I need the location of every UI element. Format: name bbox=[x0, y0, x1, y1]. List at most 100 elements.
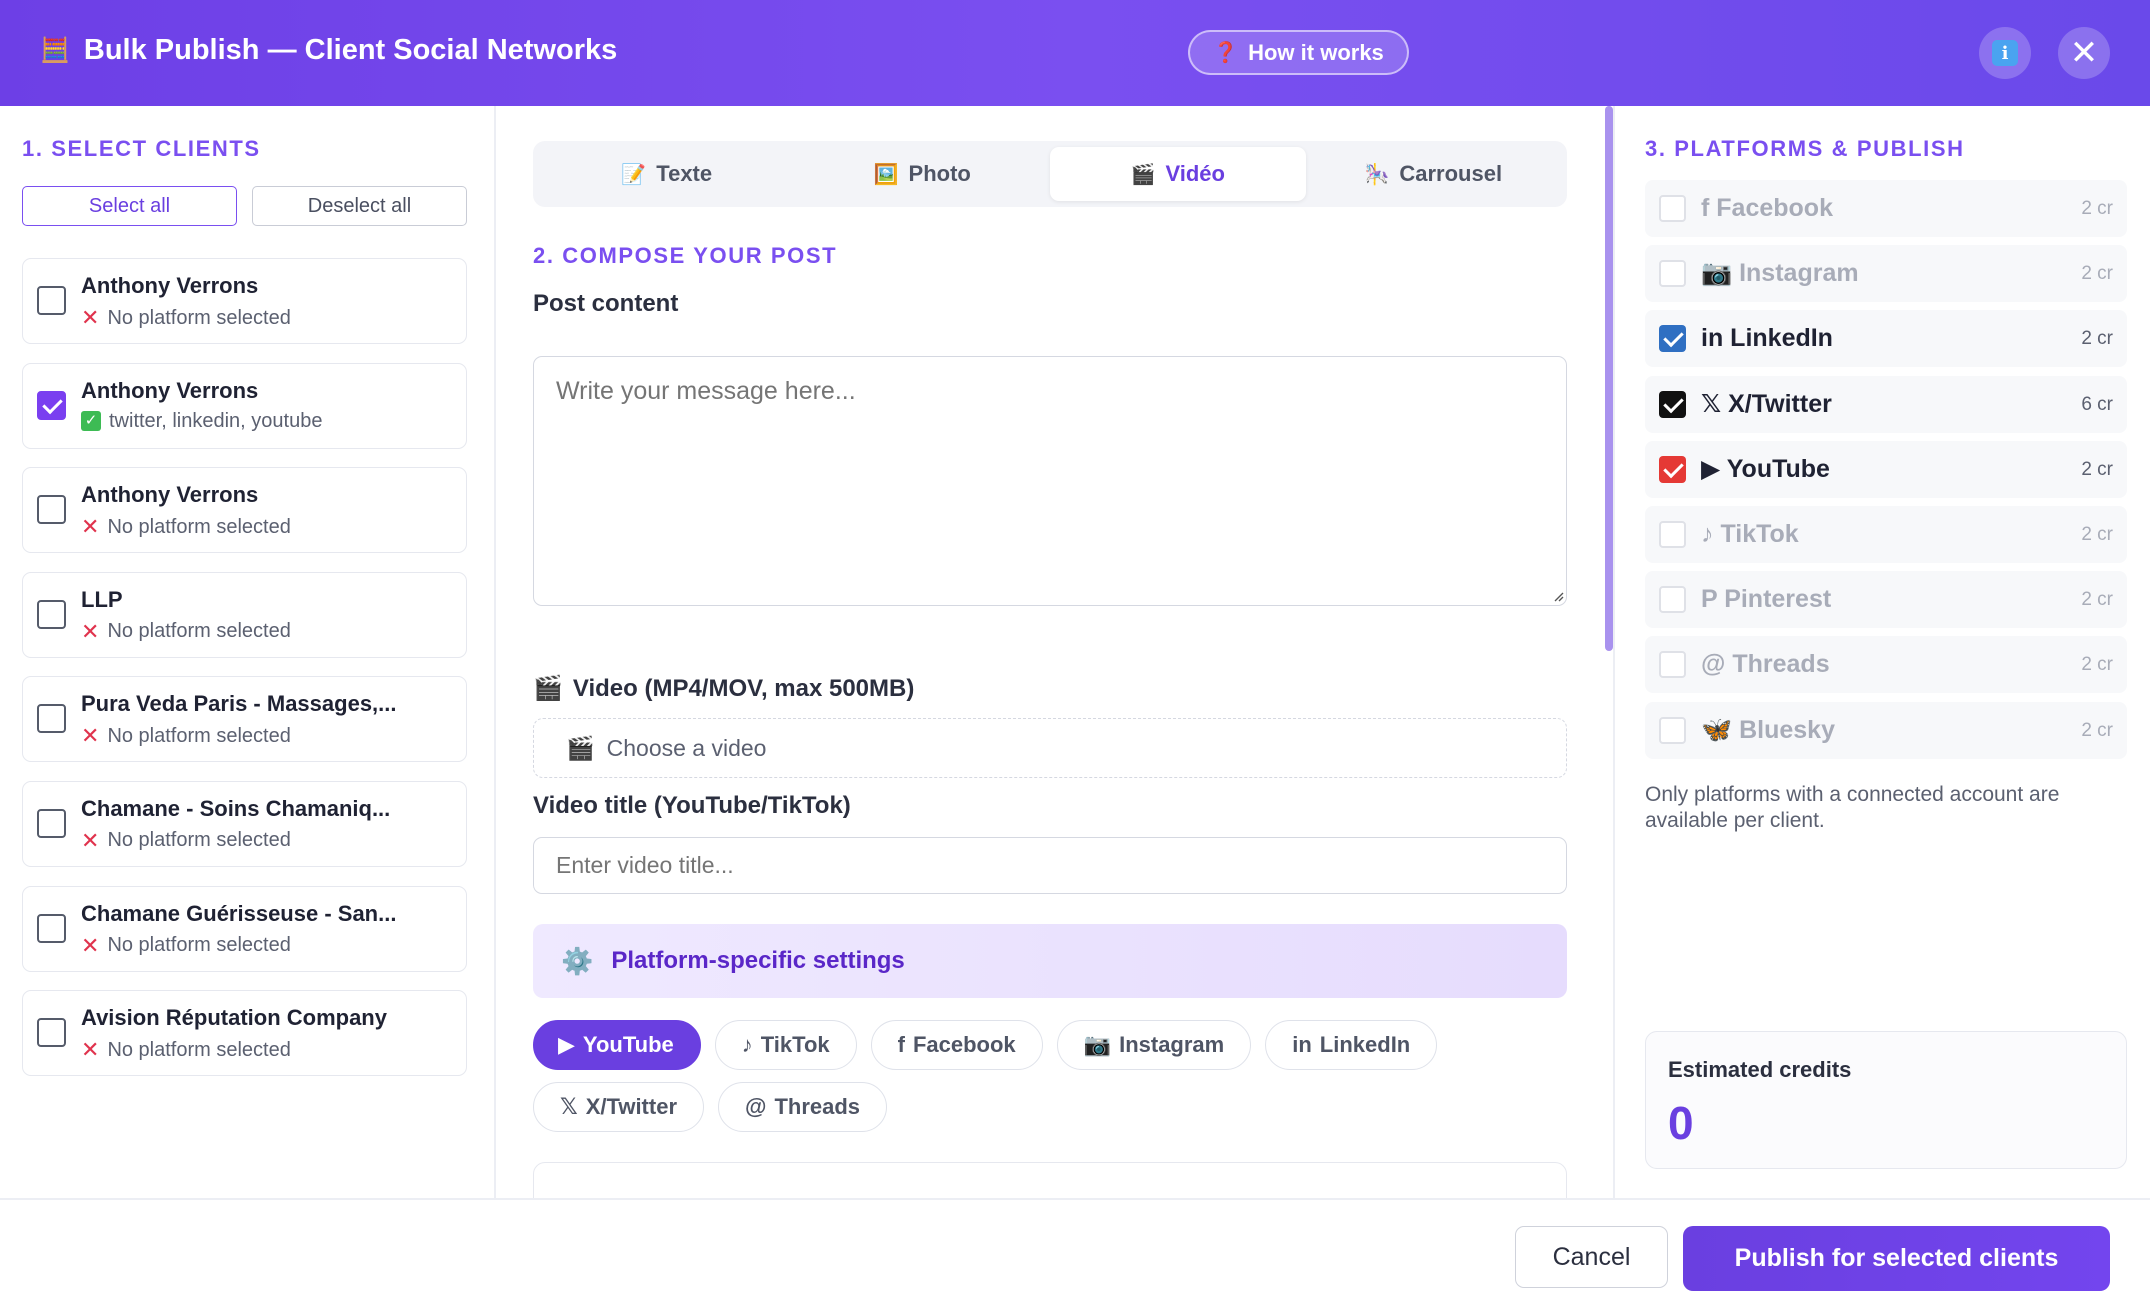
platform-checkbox[interactable] bbox=[1659, 716, 1686, 744]
platform-label: Threads bbox=[1732, 650, 1830, 679]
platform-row-tiktok[interactable]: ♪ TikTok 2 cr bbox=[1645, 505, 2127, 563]
platform-name: 𝕏 X/Twitter bbox=[1701, 389, 1832, 419]
client-card[interactable]: Anthony Verrons ✕ No platform selected bbox=[22, 258, 467, 344]
platform-row-threads[interactable]: @ Threads 2 cr bbox=[1645, 636, 2127, 694]
tab-photo[interactable]: 🖼️ Photo bbox=[795, 147, 1051, 201]
platform-checkbox[interactable] bbox=[1659, 260, 1686, 288]
client-card[interactable]: LLP ✕ No platform selected bbox=[22, 571, 467, 658]
how-it-works-label: How it works bbox=[1248, 39, 1384, 65]
platform-row-bluesky[interactable]: 🦋 Bluesky 2 cr bbox=[1645, 701, 2127, 759]
client-checkbox[interactable] bbox=[37, 495, 66, 525]
platform-row-youtube[interactable]: ▶ YouTube 2 cr bbox=[1645, 440, 2127, 498]
choose-video-dropzone[interactable]: 🎬 Choose a video bbox=[533, 718, 1567, 778]
select-all-button[interactable]: Select all bbox=[22, 186, 237, 226]
client-status: ✕ No platform selected bbox=[81, 723, 291, 749]
client-card[interactable]: Anthony Verrons ✓ twitter, linkedin, youtu… bbox=[22, 362, 467, 449]
pill-instagram[interactable]: 📷 Instagram bbox=[1056, 1020, 1252, 1070]
client-checkbox[interactable] bbox=[37, 390, 66, 420]
platform-settings-toggle[interactable]: ⚙️ Platform-specific settings bbox=[533, 924, 1567, 998]
platform-checkbox[interactable] bbox=[1659, 325, 1686, 353]
platform-row-xtwitter[interactable]: 𝕏 X/Twitter 6 cr bbox=[1645, 375, 2127, 433]
how-it-works-button[interactable]: ❓ How it works bbox=[1188, 30, 1409, 75]
client-card[interactable]: Chamane Guérisseuse - San... ✕ No platform… bbox=[22, 885, 467, 972]
platform-checkbox[interactable] bbox=[1659, 390, 1686, 418]
music-note-icon: ♪ bbox=[741, 1032, 753, 1057]
platform-row-instagram[interactable]: 📷 Instagram 2 cr bbox=[1645, 245, 2127, 303]
platform-list: f Facebook 2 cr 📷 Instagram 2 cr in LinkedIn… bbox=[1645, 180, 2127, 767]
platform-row-linkedin[interactable]: in LinkedIn 2 cr bbox=[1645, 310, 2127, 368]
publish-button[interactable]: Publish for selected clients bbox=[1683, 1226, 2110, 1291]
platform-checkbox[interactable] bbox=[1659, 651, 1686, 679]
video-title-label: Video title (YouTube/TikTok) bbox=[533, 792, 851, 819]
pill-facebook[interactable]: f Facebook bbox=[870, 1020, 1043, 1070]
client-name: Chamane Guérisseuse - San... bbox=[81, 900, 397, 926]
pill-youtube[interactable]: ▶ YouTube bbox=[533, 1020, 701, 1070]
platform-name: f Facebook bbox=[1701, 194, 1833, 223]
facebook-icon: f bbox=[897, 1032, 905, 1057]
close-button[interactable]: ✕ bbox=[2058, 27, 2110, 79]
x-icon: 𝕏 bbox=[560, 1094, 578, 1119]
platform-checkbox[interactable] bbox=[1659, 586, 1686, 614]
platform-cost: 2 cr bbox=[2081, 328, 2113, 350]
clients-section-title: 1. SELECT CLIENTS bbox=[22, 136, 261, 161]
platforms-section-title: 3. PLATFORMS & PUBLISH bbox=[1645, 136, 1965, 161]
platform-label: Facebook bbox=[1716, 194, 1833, 222]
tab-label: Texte bbox=[656, 161, 713, 186]
pill-label: Instagram bbox=[1119, 1032, 1225, 1057]
client-card[interactable]: Avision Réputation Company ✕ No platform s… bbox=[22, 990, 467, 1077]
client-checkbox[interactable] bbox=[37, 599, 66, 629]
close-icon: ✕ bbox=[2069, 34, 2099, 72]
check-icon: ✓ bbox=[81, 411, 101, 432]
client-checkbox[interactable] bbox=[37, 286, 66, 315]
client-checkbox[interactable] bbox=[37, 913, 66, 943]
info-icon: i bbox=[1992, 40, 2018, 66]
availability-note: Only platforms with a connected account … bbox=[1645, 783, 2060, 833]
client-name: Anthony Verrons bbox=[81, 377, 259, 403]
platform-row-pinterest[interactable]: P Pinterest 2 cr bbox=[1645, 571, 2127, 629]
cross-icon: ✕ bbox=[81, 618, 100, 644]
client-card[interactable]: Chamane - Soins Chamaniq... ✕ No platform … bbox=[22, 780, 467, 867]
tab-label: Carrousel bbox=[1399, 161, 1503, 186]
client-list: Anthony Verrons ✕ No platform selected Anth… bbox=[22, 258, 467, 1095]
client-checkbox[interactable] bbox=[37, 704, 66, 734]
play-icon: ▶ bbox=[558, 1032, 575, 1057]
client-status-text: No platform selected bbox=[107, 934, 291, 957]
pill-label: Facebook bbox=[912, 1032, 1016, 1057]
clients-panel: 1. SELECT CLIENTS Select all Deselect al… bbox=[0, 106, 496, 1198]
compose-section-title: 2. COMPOSE YOUR POST bbox=[533, 243, 838, 268]
gear-icon: ⚙️ bbox=[561, 945, 594, 976]
camera-icon: 📷 bbox=[1083, 1032, 1112, 1057]
platform-checkbox[interactable] bbox=[1659, 455, 1686, 483]
pinterest-icon: P bbox=[1701, 585, 1718, 614]
info-button[interactable]: i bbox=[1979, 27, 2031, 79]
platform-label: TikTok bbox=[1720, 519, 1799, 548]
deselect-all-button[interactable]: Deselect all bbox=[252, 186, 467, 226]
client-card[interactable]: Anthony Verrons ✕ No platform selected bbox=[22, 467, 467, 554]
client-status: ✕ No platform selected bbox=[81, 514, 291, 540]
resize-grip-icon[interactable] bbox=[1554, 592, 1564, 602]
platform-row-facebook[interactable]: f Facebook 2 cr bbox=[1645, 180, 2127, 237]
client-status-text: No platform selected bbox=[107, 829, 291, 852]
pill-tiktok[interactable]: ♪ TikTok bbox=[714, 1020, 857, 1070]
cancel-button[interactable]: Cancel bbox=[1515, 1226, 1668, 1288]
pill-linkedin[interactable]: in LinkedIn bbox=[1265, 1020, 1438, 1070]
client-card[interactable]: Pura Veda Paris - Massages,... ✕ No platfo… bbox=[22, 676, 467, 763]
post-content-textarea[interactable] bbox=[533, 356, 1567, 606]
platform-label: YouTube bbox=[1726, 455, 1830, 484]
pill-xtwitter[interactable]: 𝕏 X/Twitter bbox=[533, 1082, 704, 1132]
pill-threads[interactable]: @ Threads bbox=[718, 1082, 888, 1132]
platform-label: Pinterest bbox=[1724, 585, 1832, 614]
platform-checkbox[interactable] bbox=[1659, 520, 1686, 548]
tab-carrousel[interactable]: 🎠 Carrousel bbox=[1306, 147, 1562, 201]
platform-checkbox[interactable] bbox=[1659, 195, 1686, 222]
video-title-input[interactable] bbox=[533, 837, 1567, 894]
cross-icon: ✕ bbox=[81, 932, 100, 958]
client-checkbox[interactable] bbox=[37, 808, 66, 838]
pill-label: Threads bbox=[774, 1094, 861, 1119]
client-checkbox[interactable] bbox=[37, 1018, 66, 1048]
linkedin-icon: in bbox=[1292, 1032, 1312, 1057]
tab-texte[interactable]: 📝 Texte bbox=[539, 147, 795, 201]
client-name: Anthony Verrons bbox=[81, 482, 259, 508]
compose-scrollbar[interactable] bbox=[1605, 106, 1613, 651]
tab-vido[interactable]: 🎬 Vidéo bbox=[1050, 147, 1306, 201]
